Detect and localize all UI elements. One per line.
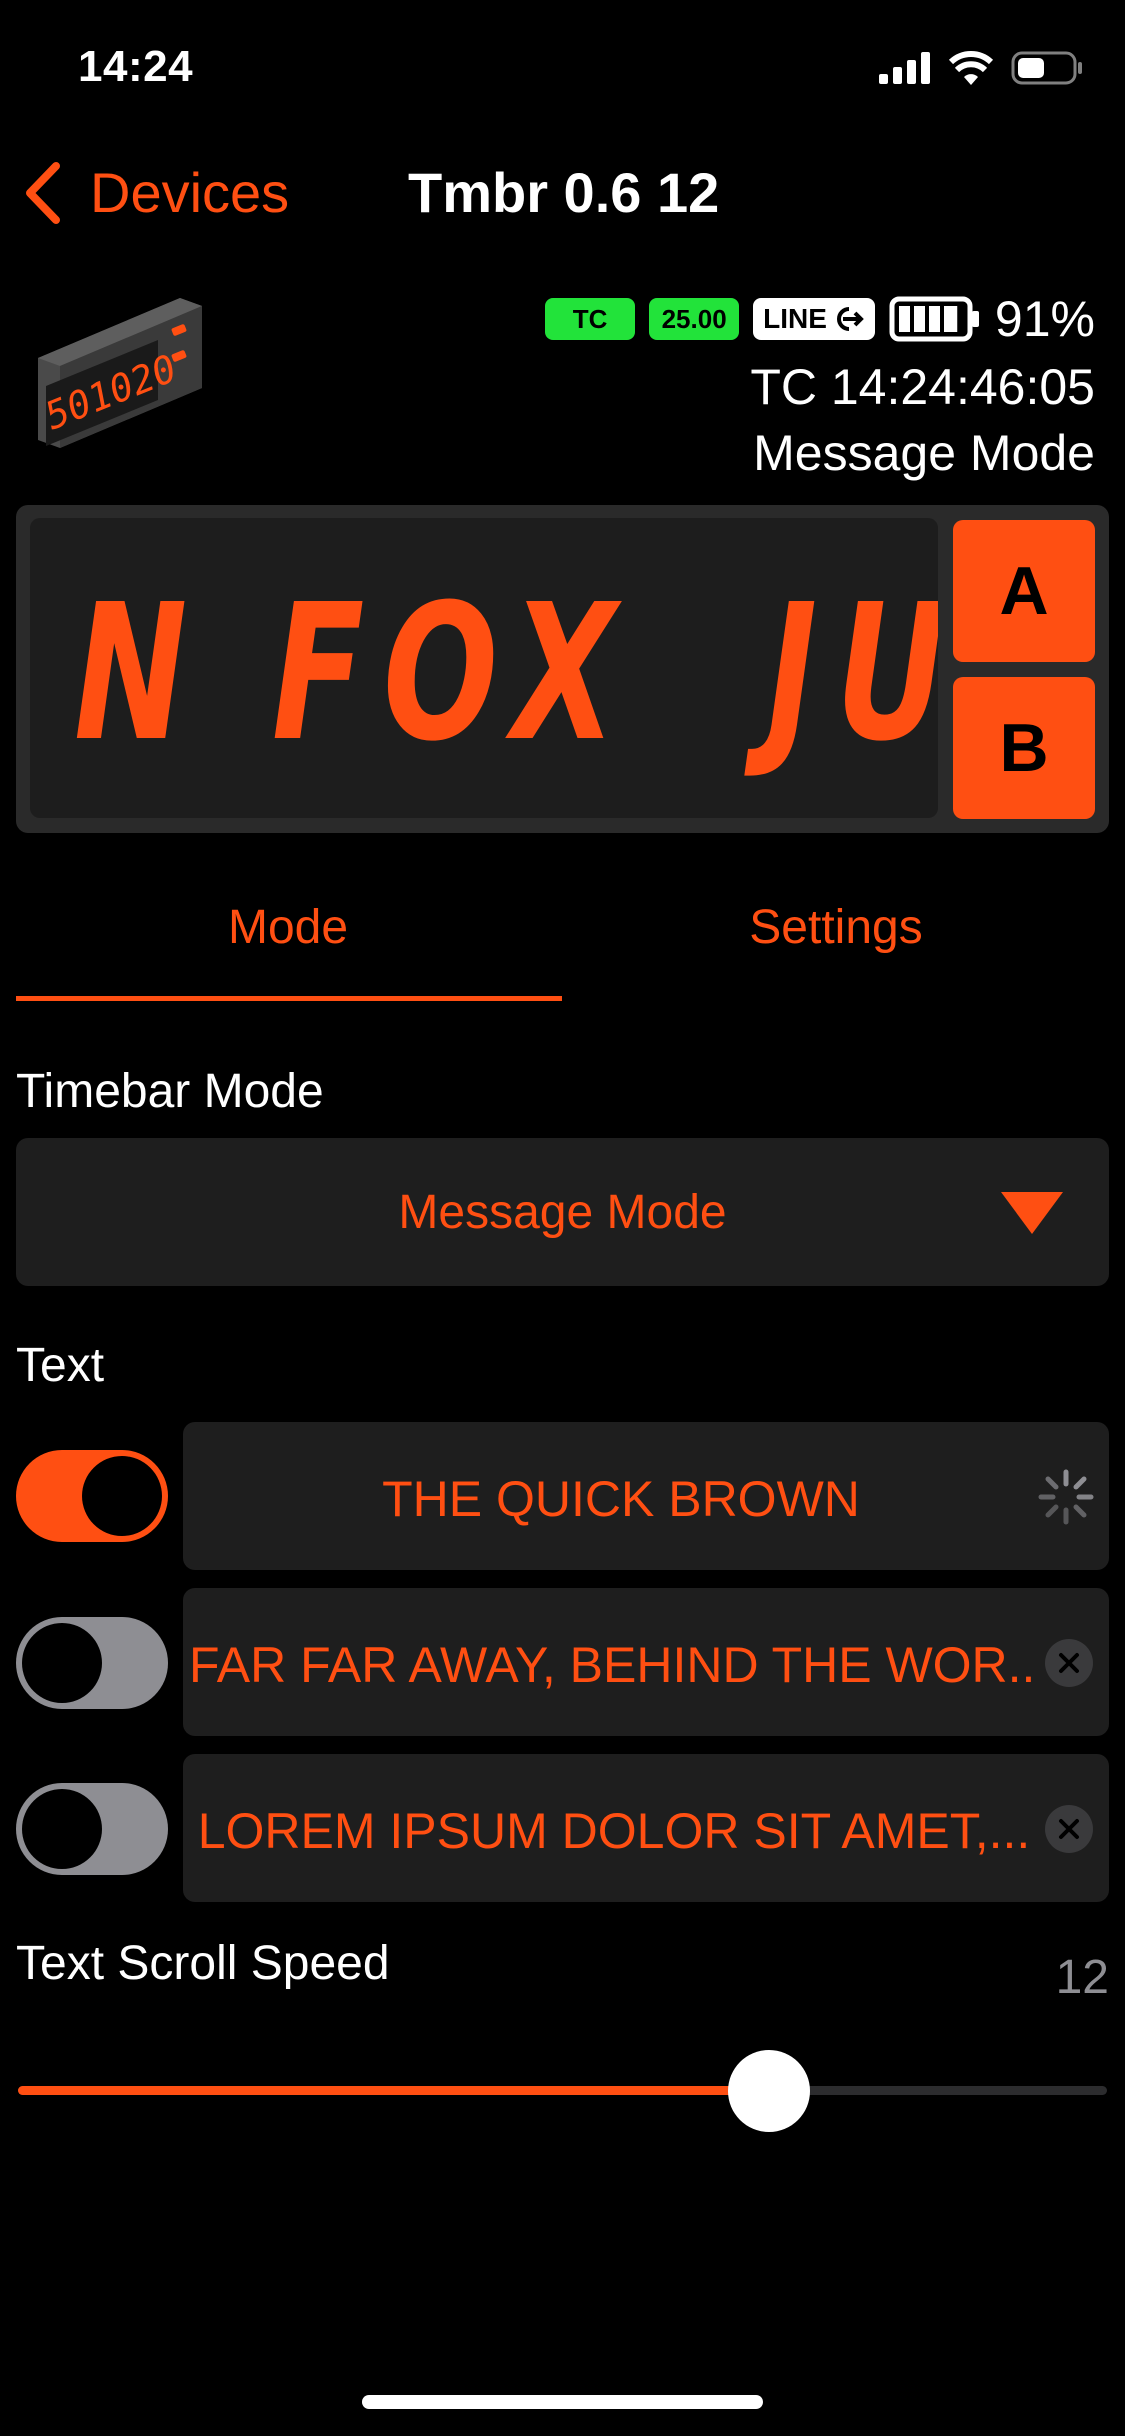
tab-settings[interactable]: Settings <box>556 900 1116 955</box>
text-row-1-toggle[interactable] <box>16 1450 168 1542</box>
battery-icon <box>1011 51 1082 85</box>
scroll-speed-value: 12 <box>1055 1951 1109 2004</box>
back-button[interactable]: Devices <box>22 160 289 225</box>
text-row-2-toggle[interactable] <box>16 1617 168 1709</box>
text-row-3-value: LOREM IPSUM DOLOR SIT AMET,... <box>197 1803 1031 1859</box>
display-text: N FOX JU <box>74 564 938 783</box>
home-indicator[interactable] <box>362 2395 763 2409</box>
text-section-label: Text <box>16 1339 105 1392</box>
chevron-left-icon <box>26 161 60 224</box>
text-row-1-value: THE QUICK BROWN <box>382 1471 860 1527</box>
line-badge-label: LINE <box>763 303 827 334</box>
text-row-2-value: FAR FAR AWAY, BEHIND THE WOR... <box>189 1637 1039 1693</box>
spinner-icon <box>1038 1469 1094 1525</box>
status-icons <box>879 50 1083 86</box>
caret-down-icon <box>1001 1192 1063 1234</box>
device-badges: TC 25.00 LINE 91% <box>545 290 1095 348</box>
slider-fill <box>18 2086 770 2095</box>
line-badge: LINE <box>753 298 875 340</box>
slider-thumb[interactable] <box>728 2050 811 2132</box>
toggle-knob <box>82 1456 162 1536</box>
button-a[interactable]: A <box>953 520 1095 662</box>
tc-badge: TC <box>545 298 636 340</box>
timebar-mode-label: Timebar Mode <box>16 1065 324 1118</box>
toggle-knob <box>22 1623 102 1703</box>
scroll-speed-slider[interactable] <box>18 2050 1107 2132</box>
line-out-icon <box>836 307 864 331</box>
wifi-icon <box>949 51 993 85</box>
tab-mode[interactable]: Mode <box>8 900 568 955</box>
status-time: 14:24 <box>78 42 194 91</box>
battery-percent: 91% <box>994 291 1095 347</box>
toggle-knob <box>22 1789 102 1869</box>
text-row-2-field[interactable]: FAR FAR AWAY, BEHIND THE WOR... <box>183 1588 1109 1736</box>
text-row-3-toggle[interactable] <box>16 1783 168 1875</box>
timebar-mode-value: Message Mode <box>398 1186 727 1239</box>
page-title: Tmbr 0.6 12 <box>408 161 720 224</box>
device-battery-icon <box>889 296 979 342</box>
clear-icon[interactable] <box>1045 1639 1093 1687</box>
back-label: Devices <box>90 161 290 224</box>
device-mode: Message Mode <box>753 425 1095 481</box>
button-b[interactable]: B <box>953 677 1095 819</box>
display-screen: N FOX JU <box>30 518 938 818</box>
scroll-speed-label: Text Scroll Speed <box>16 1937 390 1990</box>
tab-active-indicator <box>16 996 562 1001</box>
clear-icon[interactable] <box>1045 1805 1093 1853</box>
timebar-mode-select[interactable]: Message Mode <box>16 1138 1109 1286</box>
text-row-3-field[interactable]: LOREM IPSUM DOLOR SIT AMET,... <box>183 1754 1109 1902</box>
device-image: 501020 <box>30 290 210 475</box>
fps-badge: 25.00 <box>649 298 740 340</box>
cellular-icon <box>879 52 930 84</box>
text-row-1-field[interactable]: THE QUICK BROWN <box>183 1422 1109 1570</box>
timecode-readout: TC 14:24:46:05 <box>750 359 1095 415</box>
